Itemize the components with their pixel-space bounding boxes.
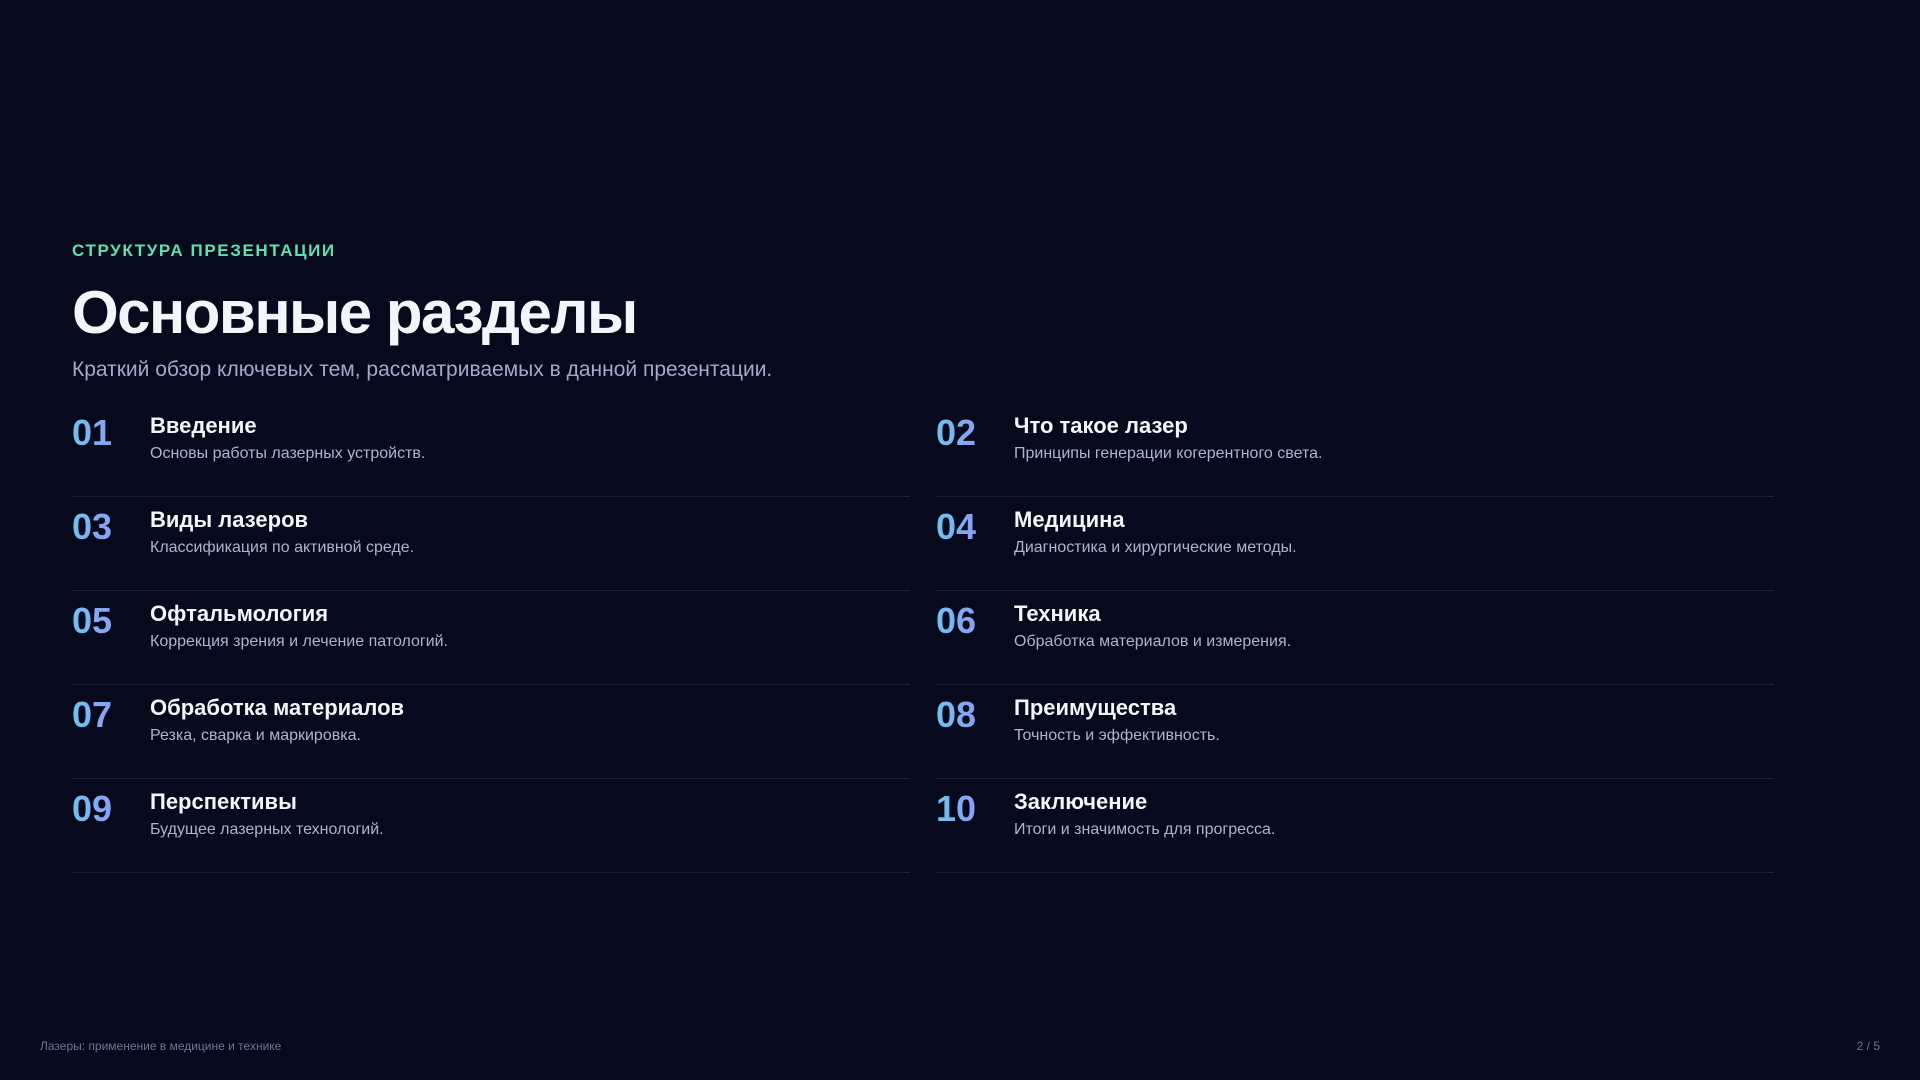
section-number: 09 (72, 784, 150, 834)
list-item: 07 Обработка материалов Резка, сварка и … (72, 686, 910, 779)
footer-presentation-title: Лазеры: применение в медицине и технике (40, 1039, 282, 1053)
list-item: 10 Заключение Итоги и значимость для про… (936, 780, 1774, 873)
section-text: Офтальмология Коррекция зрения и лечение… (150, 592, 448, 654)
section-text: Техника Обработка материалов и измерения… (1014, 592, 1291, 654)
list-item: 04 Медицина Диагностика и хирургические … (936, 498, 1774, 591)
list-item: 09 Перспективы Будущее лазерных технолог… (72, 780, 910, 873)
section-number: 07 (72, 690, 150, 740)
section-title: Заключение (1014, 789, 1148, 814)
list-item: 06 Техника Обработка материалов и измере… (936, 592, 1774, 685)
section-number: 02 (936, 408, 1014, 458)
section-number: 05 (72, 596, 150, 646)
page-subtitle: Краткий обзор ключевых тем, рассматривае… (72, 358, 773, 381)
list-item: 05 Офтальмология Коррекция зрения и лече… (72, 592, 910, 685)
section-description: Диагностика и хирургические методы. (1014, 539, 1297, 556)
section-title: Офтальмология (150, 601, 329, 626)
section-description: Классификация по активной среде. (150, 539, 415, 556)
section-description: Точность и эффективность. (1014, 727, 1220, 744)
section-description: Коррекция зрения и лечение патологий. (150, 633, 449, 650)
section-title: Введение (150, 413, 257, 438)
section-text: Перспективы Будущее лазерных технологий. (150, 780, 384, 842)
section-text: Обработка материалов Резка, сварка и мар… (150, 686, 404, 748)
section-title: Виды лазеров (150, 507, 309, 532)
section-title: Что такое лазер (1014, 413, 1188, 438)
section-description: Основы работы лазерных устройств. (150, 445, 426, 462)
slide-header: СТРУКТУРА ПРЕЗЕНТАЦИИ Основные разделы К… (72, 240, 1772, 384)
section-text: Виды лазеров Классификация по активной с… (150, 498, 414, 560)
section-number: 06 (936, 596, 1014, 646)
section-number: 10 (936, 784, 1014, 834)
section-title: Перспективы (150, 789, 297, 814)
section-kicker: СТРУКТУРА ПРЕЗЕНТАЦИИ (72, 241, 336, 260)
section-description: Итоги и значимость для прогресса. (1014, 821, 1276, 838)
list-item: 03 Виды лазеров Классификация по активно… (72, 498, 910, 591)
section-title: Медицина (1014, 507, 1125, 532)
section-text: Заключение Итоги и значимость для прогре… (1014, 780, 1275, 842)
list-item: 01 Введение Основы работы лазерных устро… (72, 404, 910, 497)
page-title: Основные разделы (72, 279, 638, 346)
section-text: Введение Основы работы лазерных устройст… (150, 404, 425, 466)
section-text: Медицина Диагностика и хирургические мет… (1014, 498, 1297, 560)
section-number: 08 (936, 690, 1014, 740)
section-description: Резка, сварка и маркировка. (150, 727, 361, 744)
sections-grid: 01 Введение Основы работы лазерных устро… (72, 404, 1774, 874)
section-title: Техника (1014, 601, 1101, 626)
section-number: 03 (72, 502, 150, 552)
list-item: 08 Преимущества Точность и эффективность… (936, 686, 1774, 779)
section-title: Обработка материалов (150, 695, 405, 720)
section-description: Обработка материалов и измерения. (1014, 633, 1292, 650)
footer-page-indicator: 2 / 5 (1856, 1039, 1880, 1053)
section-number: 01 (72, 408, 150, 458)
section-title: Преимущества (1014, 695, 1177, 720)
section-text: Что такое лазер Принципы генерации когер… (1014, 404, 1322, 466)
section-description: Будущее лазерных технологий. (150, 821, 384, 838)
section-text: Преимущества Точность и эффективность. (1014, 686, 1220, 748)
list-item: 02 Что такое лазер Принципы генерации ко… (936, 404, 1774, 497)
section-number: 04 (936, 502, 1014, 552)
slide: СТРУКТУРА ПРЕЗЕНТАЦИИ Основные разделы К… (0, 0, 1920, 1080)
section-description: Принципы генерации когерентного света. (1014, 445, 1323, 462)
